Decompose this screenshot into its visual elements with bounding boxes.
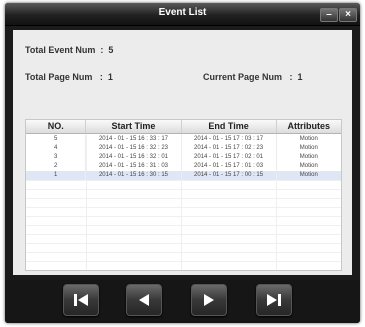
cell-no: 1 [26,171,87,180]
last-page-button[interactable] [256,284,292,316]
table-header: NO. Start Time End Time Attributes [26,120,341,134]
cell-no: 3 [26,153,87,162]
minimize-button[interactable]: – [320,8,338,22]
event-list-panel: Total Event Num : 5 Total Page Num : 1 C… [13,30,352,275]
cell-end-time: 2014 - 01 - 15 17 : 03 : 17 [182,135,277,144]
cell-end-time: 2014 - 01 - 15 17 : 01 : 03 [182,162,277,171]
window-title: Event List [158,7,207,18]
table-row[interactable]: 3 2014 - 01 - 15 16 : 32 : 01 2014 - 01 … [26,153,341,162]
cell-end-time: 2014 - 01 - 15 17 : 00 : 15 [182,171,277,180]
table-row[interactable]: 5 2014 - 01 - 15 16 : 33 : 17 2014 - 01 … [26,135,341,144]
current-page-num: Current Page Num : 1 [203,72,303,82]
next-icon [204,294,214,306]
cell-start-time: 2014 - 01 - 15 16 : 32 : 01 [86,153,182,162]
next-page-button[interactable] [191,284,227,316]
column-header-start-time[interactable]: Start Time [86,120,182,133]
empty-row [26,261,341,270]
total-event-num: Total Event Num : 5 [25,45,114,55]
cell-no: 4 [26,144,87,153]
event-list-window: Event List – × Total Event Num : 5 Total… [5,3,360,323]
total-page-num: Total Page Num : 1 [25,72,113,82]
skip-first-icon [74,294,88,306]
table-row[interactable]: 4 2014 - 01 - 15 16 : 32 : 23 2014 - 01 … [26,144,341,153]
table-row-selected[interactable]: 1 2014 - 01 - 15 16 : 30 : 15 2014 - 01 … [26,171,341,180]
previous-icon [139,294,149,306]
event-table: NO. Start Time End Time Attributes 5 201… [25,119,342,271]
column-header-attributes[interactable]: Attributes [277,120,341,133]
cell-no: 2 [26,162,87,171]
close-icon: × [345,9,351,20]
table-row[interactable]: 2 2014 - 01 - 15 16 : 31 : 03 2014 - 01 … [26,162,341,171]
cell-attributes: Motion [299,136,318,142]
cell-attributes: Motion [299,154,318,160]
cell-attributes: Motion [299,172,318,178]
column-header-end-time[interactable]: End Time [182,120,277,133]
cell-no: 5 [26,135,87,144]
cell-attributes: Motion [299,145,318,151]
cell-end-time: 2014 - 01 - 15 17 : 02 : 23 [182,144,277,153]
skip-last-icon [267,294,281,306]
cell-end-time: 2014 - 01 - 15 17 : 02 : 01 [182,153,277,162]
first-page-button[interactable] [63,284,99,316]
column-header-no[interactable]: NO. [26,120,87,133]
cell-start-time: 2014 - 01 - 15 16 : 31 : 03 [86,162,182,171]
close-button[interactable]: × [339,8,357,22]
pagination-bar [5,280,360,323]
cell-start-time: 2014 - 01 - 15 16 : 33 : 17 [86,135,182,144]
previous-page-button[interactable] [126,284,162,316]
title-bar[interactable]: Event List – × [5,3,360,26]
cell-start-time: 2014 - 01 - 15 16 : 32 : 23 [86,144,182,153]
cell-attributes: Motion [299,163,318,169]
minimize-icon: – [326,9,332,20]
cell-start-time: 2014 - 01 - 15 16 : 30 : 15 [86,171,182,180]
